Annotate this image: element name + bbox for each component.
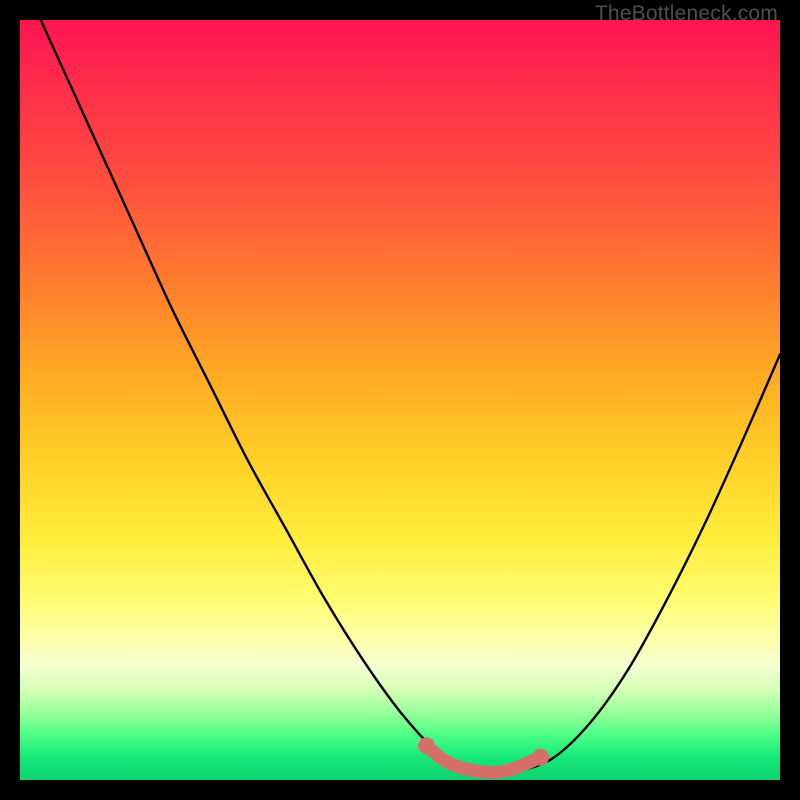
watermark-text: TheBottleneck.com <box>595 2 778 26</box>
chart-stage: TheBottleneck.com <box>0 0 800 800</box>
chart-svg <box>20 20 780 780</box>
overlay-dot <box>532 749 549 766</box>
overlay-dots-stroke <box>427 746 541 773</box>
overlay-dot <box>418 737 435 754</box>
plot-area <box>20 20 780 780</box>
bottleneck-curve <box>20 0 780 775</box>
